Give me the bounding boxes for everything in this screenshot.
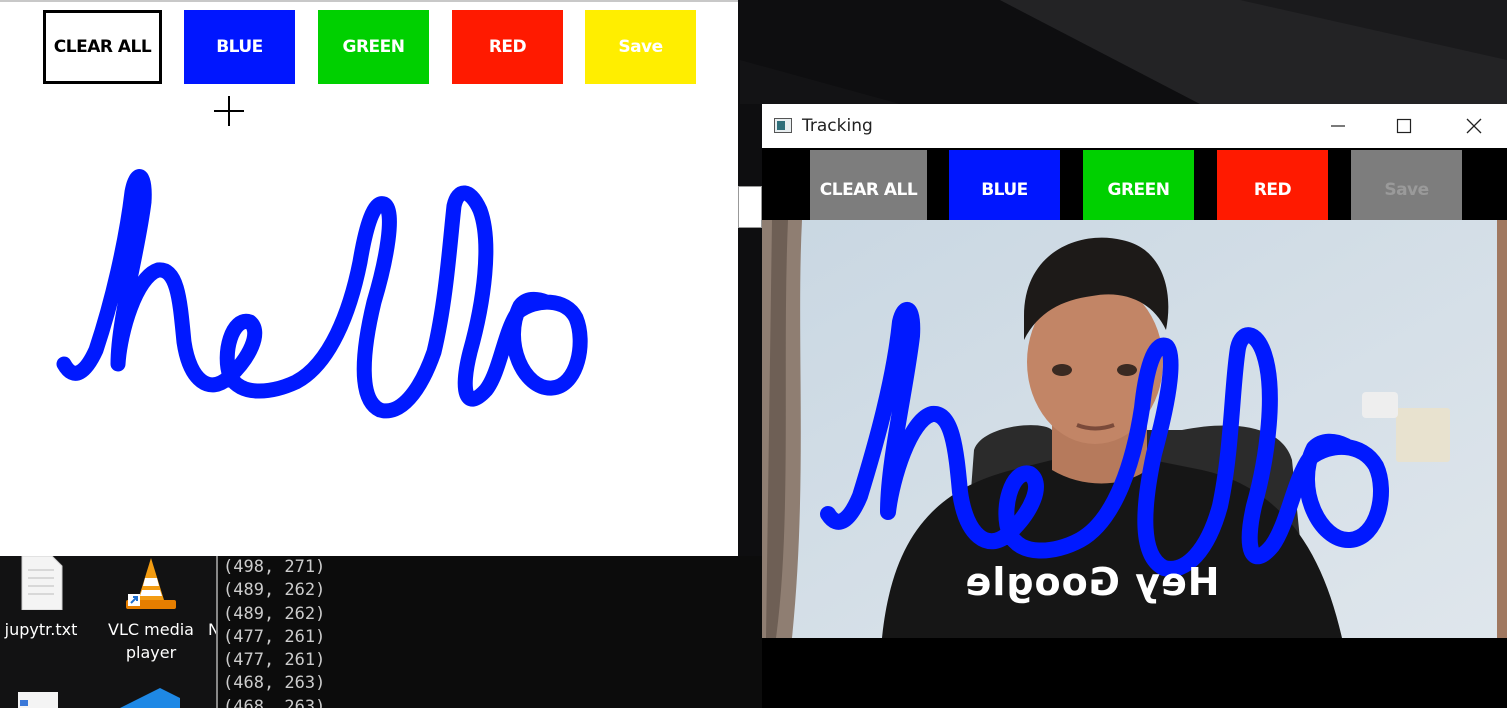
tracking-toolbar: CLEAR ALL BLUE GREEN RED Save xyxy=(762,148,1507,230)
title-bar[interactable]: Tracking xyxy=(762,104,1507,148)
console-line: (489, 262) xyxy=(223,580,326,601)
desktop-icon-label: jupytr.txt xyxy=(4,620,78,639)
console-line: (477, 261) xyxy=(223,650,326,671)
save-button[interactable]: Save xyxy=(1351,150,1462,230)
hello-drawing xyxy=(56,169,588,419)
scrollbar-stub[interactable] xyxy=(738,186,762,228)
desktop-icon-label: VLC media player xyxy=(108,620,194,662)
window-title: Tracking xyxy=(802,116,873,136)
maximize-icon[interactable] xyxy=(1382,108,1426,144)
vlc-cone-icon xyxy=(126,558,176,609)
paint-canvas-window[interactable]: CLEAR ALL BLUE GREEN RED Save xyxy=(0,0,738,556)
desktop-icon-jupytr[interactable]: jupytr.txt xyxy=(0,556,82,641)
camera-feed: Hey Google xyxy=(762,220,1507,638)
console-output[interactable]: (498, 271) (489, 262) (489, 262) (477, 2… xyxy=(216,556,762,708)
desktop-icon-vlc[interactable]: VLC media player xyxy=(104,556,198,664)
console-line: (468, 263) xyxy=(223,696,326,708)
green-button[interactable]: GREEN xyxy=(1083,150,1194,230)
console-line: (489, 262) xyxy=(223,603,326,624)
desktop-icon-partial-bottom[interactable] xyxy=(0,684,200,708)
tracking-window[interactable]: Tracking CLEAR ALL BLUE GREEN RED Save H… xyxy=(762,104,1507,708)
minimize-icon[interactable] xyxy=(1316,108,1360,144)
console-line: (477, 261) xyxy=(223,626,326,647)
shirt-text: Hey Google xyxy=(964,560,1220,604)
blue-button[interactable]: BLUE xyxy=(949,150,1060,230)
vscode-icon xyxy=(120,688,180,708)
red-button[interactable]: RED xyxy=(1217,150,1328,230)
console-line: (498, 271) xyxy=(223,557,326,577)
app-icon xyxy=(774,118,792,133)
text-file-icon xyxy=(21,556,63,610)
console-line: (468, 263) xyxy=(223,673,326,694)
clear-all-button[interactable]: CLEAR ALL xyxy=(810,150,927,230)
document-icon xyxy=(18,692,58,708)
close-icon[interactable] xyxy=(1452,108,1496,144)
